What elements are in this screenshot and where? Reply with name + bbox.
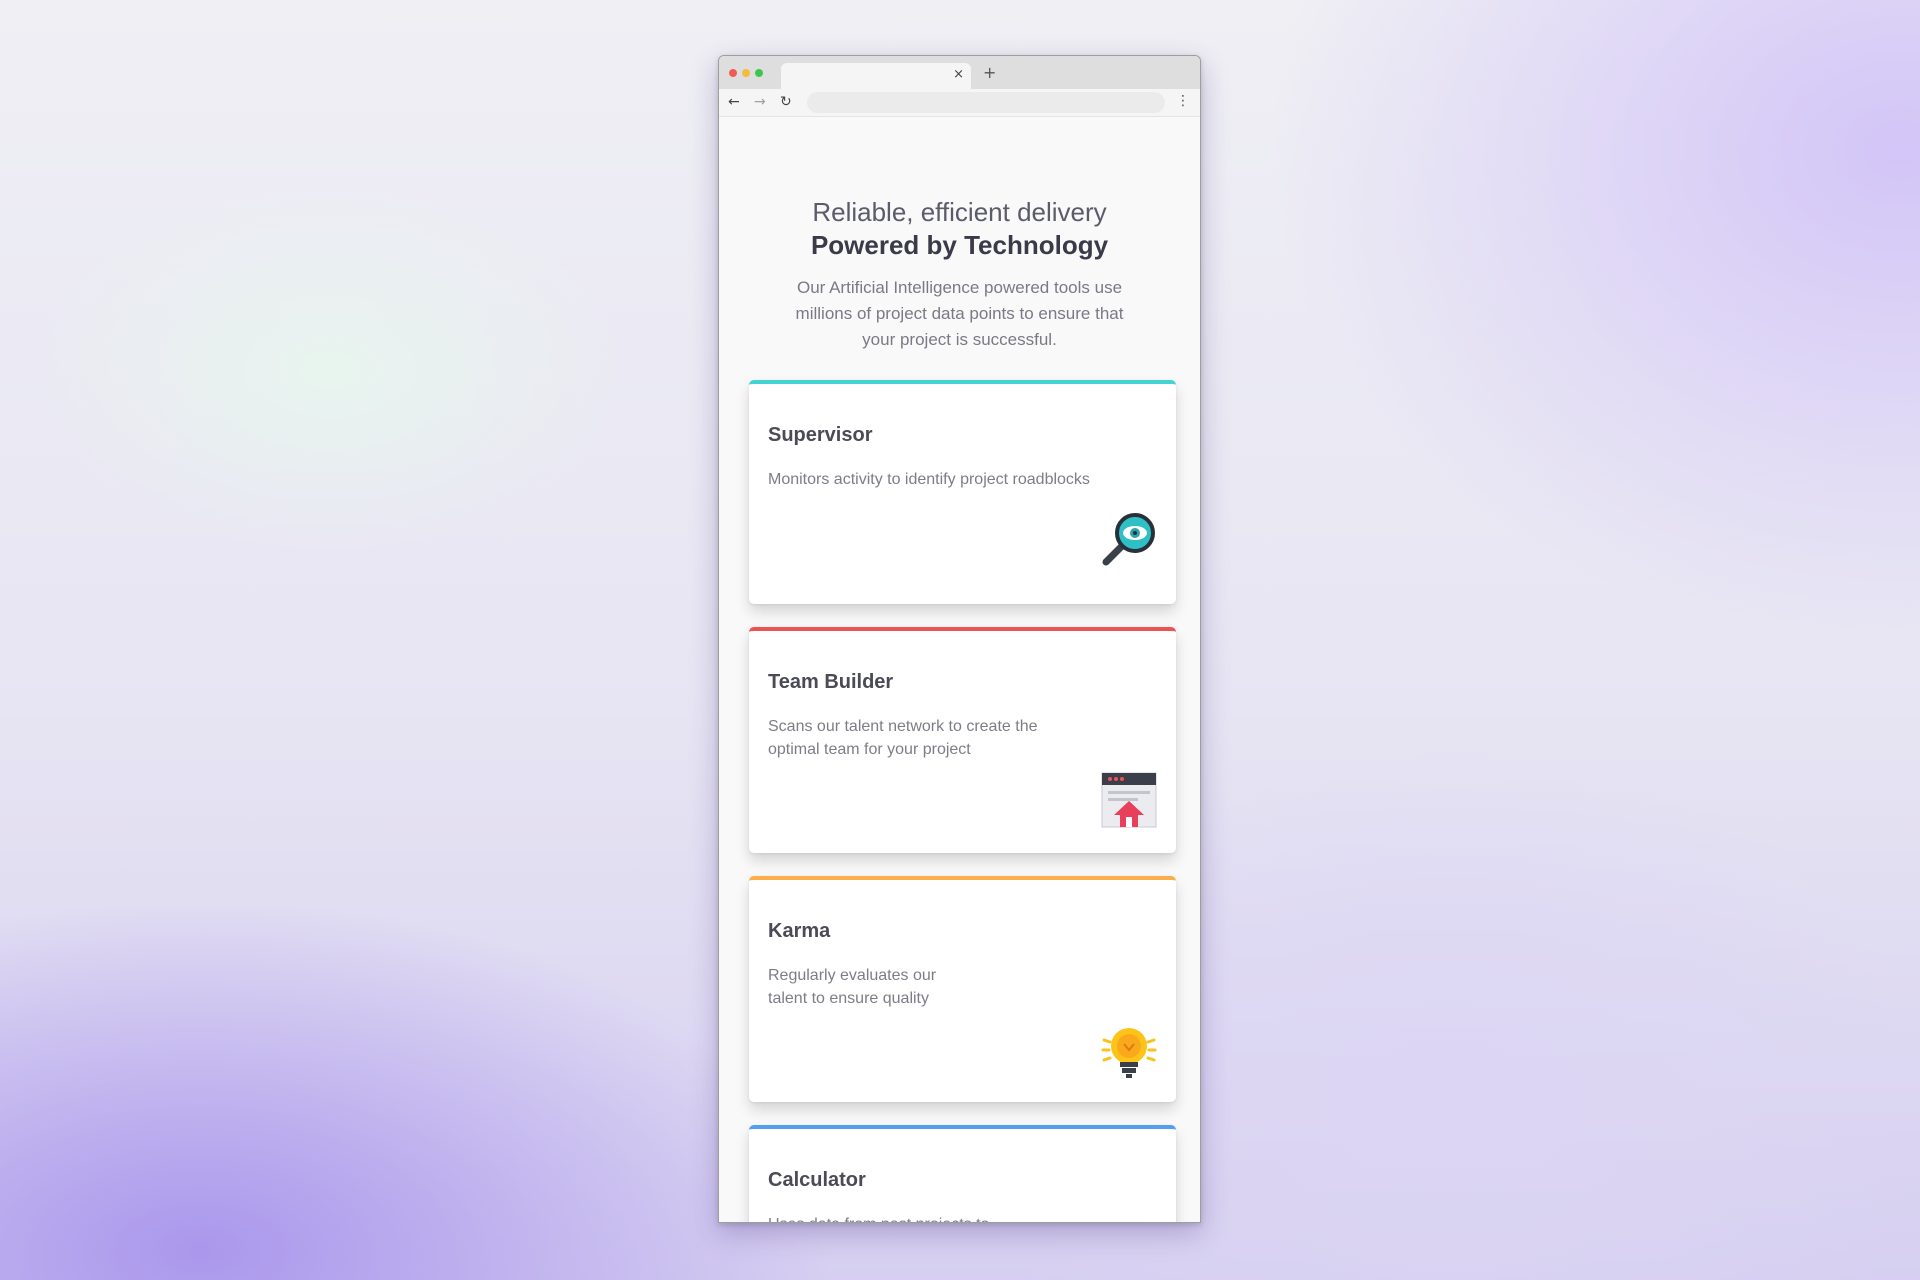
- browser-toolbar: ← → ↻ ⋮: [719, 89, 1200, 117]
- card-description: Scans our talent network to create the o…: [768, 718, 1038, 758]
- back-arrow-icon[interactable]: ←: [728, 94, 740, 110]
- hero-description: Our Artificial Intelligence powered tool…: [795, 278, 1124, 349]
- card-description: Monitors activity to identify project ro…: [768, 471, 1090, 488]
- card-karma: Karma Regularly evaluates our talent to …: [749, 876, 1176, 1102]
- card-title: Karma: [768, 920, 831, 942]
- card-title: Calculator: [768, 1169, 866, 1191]
- browser-upload-icon: [1101, 772, 1157, 828]
- new-tab-button[interactable]: +: [983, 65, 996, 81]
- tab-bar: × +: [719, 56, 1200, 89]
- card-team-builder: Team Builder Scans our talent network to…: [749, 627, 1176, 853]
- card-title: Team Builder: [768, 671, 894, 693]
- card-description: Regularly evaluates our talent to ensure…: [768, 967, 937, 1007]
- feature-cards: Supervisor Monitors activity to identify…: [749, 380, 1176, 1222]
- close-window-button[interactable]: [729, 69, 737, 77]
- card-supervisor: Supervisor Monitors activity to identify…: [749, 380, 1176, 604]
- menu-kebab-icon[interactable]: ⋮: [1176, 93, 1190, 109]
- tab-close-icon[interactable]: ×: [953, 67, 964, 83]
- reload-icon[interactable]: ↻: [780, 94, 792, 110]
- forward-arrow-icon[interactable]: →: [754, 94, 766, 110]
- browser-tab[interactable]: ×: [781, 63, 971, 89]
- address-bar[interactable]: [807, 92, 1165, 113]
- page-viewport[interactable]: Reliable, efficient delivery Powered by …: [719, 117, 1200, 1222]
- hero-section: Reliable, efficient delivery Powered by …: [719, 117, 1200, 353]
- card-calculator: Calculator Uses data from past projects …: [749, 1125, 1176, 1222]
- card-title: Supervisor: [768, 424, 873, 446]
- hero-subtitle: Reliable, efficient delivery: [812, 197, 1107, 227]
- hero-title: Powered by Technology: [810, 230, 1109, 260]
- card-description: Uses data from past projects to: [768, 1213, 1157, 1222]
- lightbulb-icon: [1101, 1028, 1157, 1078]
- maximize-window-button[interactable]: [755, 69, 763, 77]
- browser-window: × + ← → ↻ ⋮ Reliable, efficient delivery…: [718, 55, 1201, 1223]
- minimize-window-button[interactable]: [742, 69, 750, 77]
- magnifier-eye-icon: [1102, 513, 1155, 566]
- window-controls: [729, 69, 763, 77]
